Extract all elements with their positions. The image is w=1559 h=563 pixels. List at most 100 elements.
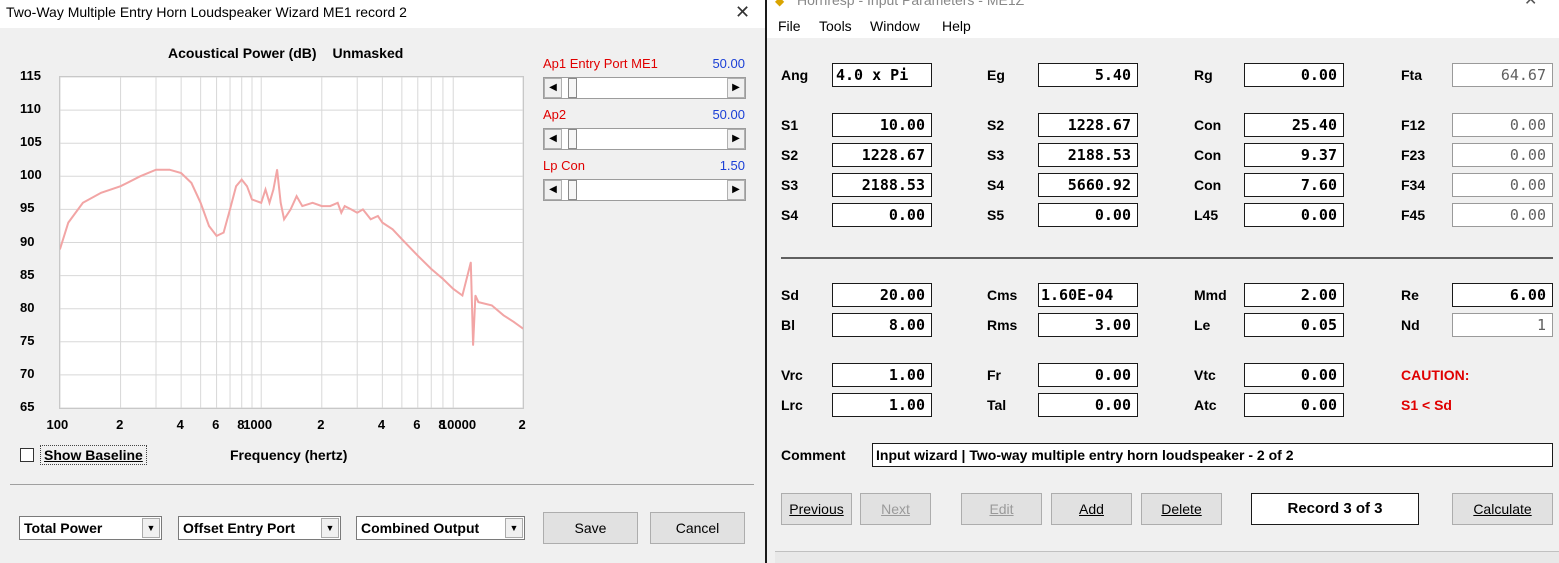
- y-tick-label: 70: [20, 365, 35, 381]
- previous-button[interactable]: Previous: [781, 493, 852, 525]
- close-icon[interactable]: ✕: [735, 2, 750, 23]
- slider-thumb[interactable]: [568, 180, 578, 200]
- caution-text: S1 < Sd: [1401, 397, 1452, 413]
- data-point: [235, 185, 237, 187]
- comment-field[interactable]: Input wizard | Two-way multiple entry ho…: [872, 443, 1553, 467]
- slider-track[interactable]: ◀ ▶: [543, 128, 746, 150]
- output-select[interactable]: Combined Output ▼: [356, 516, 525, 540]
- param-field[interactable]: 2188.53: [1038, 143, 1138, 167]
- slider-label: Ap2: [543, 107, 567, 122]
- param-field[interactable]: 0.00: [1244, 363, 1344, 387]
- data-point: [470, 261, 472, 264]
- param-field[interactable]: 0.00: [1244, 63, 1344, 87]
- slider-thumb[interactable]: [568, 129, 578, 149]
- param-field[interactable]: 10.00: [832, 113, 932, 137]
- data-point: [190, 182, 193, 184]
- next-button[interactable]: Next: [860, 493, 931, 525]
- param-label: Mmd: [1194, 287, 1227, 303]
- param-field[interactable]: 20.00: [832, 283, 932, 307]
- save-button[interactable]: Save: [543, 512, 638, 544]
- cancel-button[interactable]: Cancel: [650, 512, 745, 544]
- calculate-button[interactable]: Calculate: [1452, 493, 1553, 525]
- menu-file[interactable]: File: [778, 18, 801, 34]
- param-field[interactable]: 1.00: [832, 393, 932, 417]
- data-point: [100, 192, 102, 194]
- param-field[interactable]: 1228.67: [1038, 113, 1138, 137]
- slider-label: Ap1 Entry Port ME1: [543, 56, 658, 71]
- entry-port-select[interactable]: Offset Entry Port ▼: [178, 516, 341, 540]
- param-field[interactable]: 7.60: [1244, 173, 1344, 197]
- arrow-left-icon[interactable]: ◀: [544, 180, 562, 200]
- show-baseline-label[interactable]: Show Baseline: [40, 445, 147, 465]
- chart-title-mode: Unmasked: [332, 45, 404, 61]
- data-point: [199, 202, 202, 204]
- param-field[interactable]: 3.00: [1038, 313, 1138, 337]
- x-tick-label: 4: [377, 417, 386, 432]
- arrow-left-icon[interactable]: ◀: [544, 78, 562, 98]
- param-label: F12: [1401, 117, 1426, 133]
- menu-window[interactable]: Window: [870, 18, 920, 34]
- param-field[interactable]: 1.00: [832, 363, 932, 387]
- param-field[interactable]: 0.05: [1244, 313, 1344, 337]
- param-field[interactable]: 0.00: [1244, 203, 1344, 227]
- entry-port-value: Offset Entry Port: [183, 520, 296, 536]
- slider-thumb[interactable]: [568, 78, 578, 98]
- param-field[interactable]: 8.00: [832, 313, 932, 337]
- add-button[interactable]: Add: [1051, 493, 1132, 525]
- data-point: [155, 168, 157, 171]
- param-field[interactable]: 0.00: [1244, 393, 1344, 417]
- menu-help[interactable]: Help: [942, 18, 971, 34]
- param-field[interactable]: 0.00: [1038, 363, 1138, 387]
- data-point: [491, 304, 493, 307]
- param-field[interactable]: 9.37: [1244, 143, 1344, 167]
- y-tick-label: 90: [20, 233, 35, 249]
- param-field[interactable]: 1.60E-04: [1038, 283, 1138, 307]
- param-field[interactable]: 5660.92: [1038, 173, 1138, 197]
- param-field[interactable]: 4.0 x Pi: [832, 63, 932, 87]
- data-point: [452, 288, 455, 290]
- param-field[interactable]: 5.40: [1038, 63, 1138, 87]
- y-tick-label: 105: [20, 134, 42, 150]
- param-field[interactable]: 6.00: [1452, 283, 1553, 307]
- param-field[interactable]: 0.00: [1038, 203, 1138, 227]
- data-point: [340, 211, 343, 214]
- close-icon[interactable]: ✕: [1524, 0, 1537, 10]
- menu-tools[interactable]: Tools: [819, 18, 852, 34]
- data-point: [369, 218, 372, 221]
- param-field[interactable]: 2.00: [1244, 283, 1344, 307]
- x-tick-label: 2: [518, 417, 526, 432]
- data-point: [208, 225, 210, 227]
- data-point: [229, 208, 231, 211]
- power-mode-select[interactable]: Total Power ▼: [19, 516, 162, 540]
- arrow-right-icon[interactable]: ▶: [727, 180, 745, 200]
- chevron-down-icon[interactable]: ▼: [142, 518, 160, 538]
- param-field[interactable]: 0.00: [1038, 393, 1138, 417]
- arrow-right-icon[interactable]: ▶: [727, 129, 745, 149]
- data-point: [295, 195, 298, 197]
- slider-track[interactable]: ◀ ▶: [543, 77, 746, 99]
- edit-button[interactable]: Edit: [961, 493, 1042, 525]
- slider-track[interactable]: ◀ ▶: [543, 179, 746, 201]
- arrow-right-icon[interactable]: ▶: [727, 78, 745, 98]
- param-label: Cms: [987, 287, 1018, 303]
- chevron-down-icon[interactable]: ▼: [321, 518, 339, 538]
- param-label: Re: [1401, 287, 1419, 303]
- param-field[interactable]: 25.40: [1244, 113, 1344, 137]
- param-field: 1: [1452, 313, 1553, 337]
- arrow-left-icon[interactable]: ◀: [544, 129, 562, 149]
- save-button-label: Save: [574, 520, 607, 536]
- param-label: Atc: [1194, 397, 1217, 413]
- delete-button[interactable]: Delete: [1141, 493, 1222, 525]
- show-baseline-checkbox[interactable]: [20, 448, 34, 462]
- param-field[interactable]: 1228.67: [832, 143, 932, 167]
- y-tick-label: 80: [20, 299, 35, 315]
- param-label: L45: [1194, 207, 1219, 223]
- chevron-down-icon[interactable]: ▼: [505, 518, 523, 538]
- param-field[interactable]: 0.00: [832, 203, 932, 227]
- data-point: [246, 185, 248, 187]
- app-icon: ◆: [775, 0, 785, 8]
- param-field[interactable]: 2188.53: [832, 173, 932, 197]
- slider-value: 50.00: [712, 56, 745, 71]
- data-point: [362, 208, 364, 211]
- data-point: [311, 202, 314, 204]
